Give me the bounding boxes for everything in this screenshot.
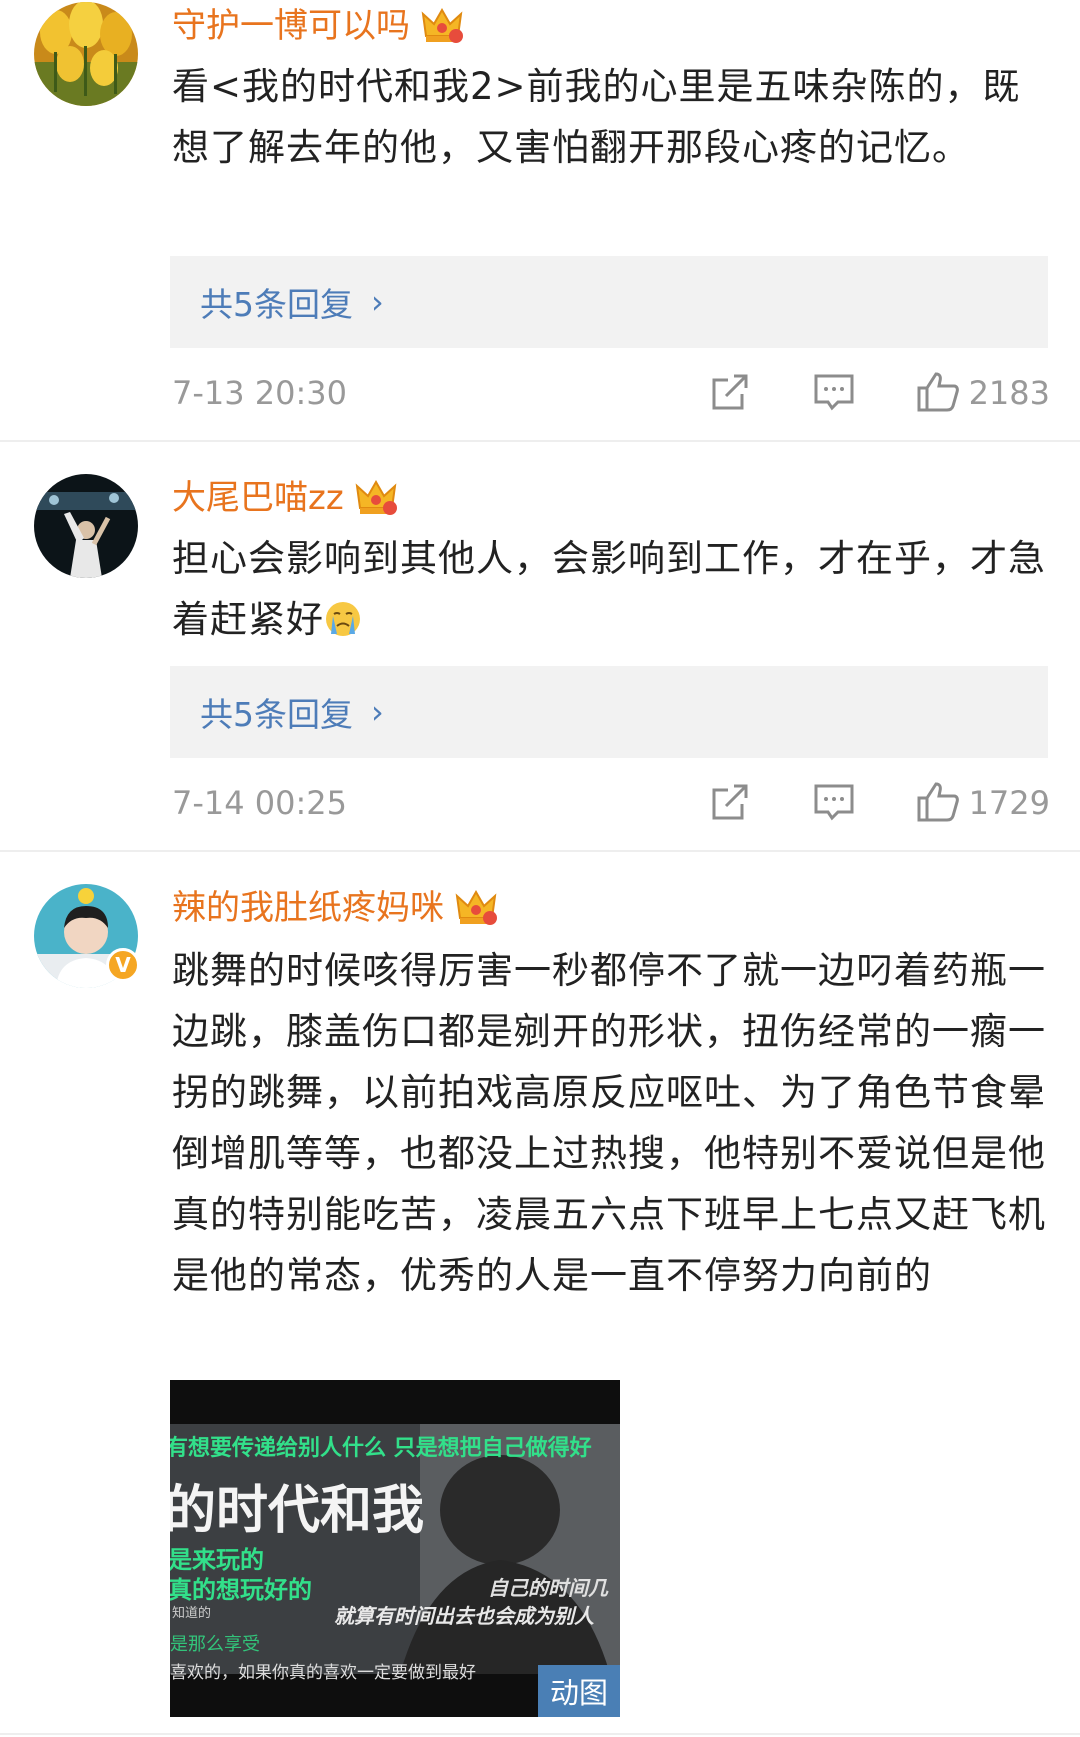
username[interactable]: 辣的我肚纸疼妈咪 (172, 888, 444, 928)
gif-caption-line: 是那么享受 (170, 1634, 260, 1655)
username[interactable]: 大尾巴喵zz (172, 478, 344, 518)
crying-emoji-icon (326, 602, 360, 636)
username[interactable]: 守护一博可以吗 (172, 6, 410, 46)
gif-caption-line: 真的想玩好的 (170, 1576, 312, 1604)
verified-v-icon: V (106, 948, 140, 982)
like-count: 1729 (968, 784, 1050, 822)
comment-text: 担心会影响到其他人，会影响到工作，才在乎，才急着赶紧好 (172, 528, 1052, 650)
avatar[interactable] (34, 2, 138, 106)
chevron-right-icon: › (371, 283, 384, 321)
tulip-avatar-image (34, 2, 138, 106)
chevron-right-icon: › (371, 693, 384, 731)
comment-icon[interactable] (810, 778, 858, 826)
gif-title: 的时代和我 (170, 1481, 425, 1541)
share-icon[interactable] (706, 368, 754, 416)
divider (0, 440, 1080, 442)
thumbs-up-icon[interactable] (914, 368, 962, 416)
crown-badge-icon (355, 479, 397, 515)
comment-text-content: 担心会影响到其他人，会影响到工作，才在乎，才急着赶紧好 (172, 537, 1046, 641)
gif-caption-line: 就算有时间出去也会成为别人 (334, 1604, 594, 1628)
view-replies-link[interactable]: 共5条回复 (200, 278, 353, 326)
crown-badge-icon (455, 889, 497, 925)
avatar[interactable] (34, 474, 138, 578)
gif-thumbnail[interactable]: 有想要传递给别人什么 只是想把自己做得好 的时代和我 是来玩的 真的想玩好的 自… (170, 1380, 620, 1717)
timestamp: 7-14 00:25 (172, 784, 348, 822)
concert-avatar-image (34, 474, 138, 578)
comment-icon[interactable] (810, 368, 858, 416)
thumbs-up-icon[interactable] (914, 778, 962, 826)
gif-caption-line: 自己的时间几 (488, 1576, 608, 1600)
gif-caption-line: 知道的 (172, 1606, 212, 1621)
gif-caption-line: 有想要传递给别人什么 只是想把自己做得好 (170, 1436, 592, 1461)
avatar[interactable]: V (34, 884, 140, 988)
view-replies-link[interactable]: 共5条回复 (200, 688, 353, 736)
gif-badge: 动图 (538, 1665, 620, 1717)
comment-text: 跳舞的时候咳得厉害一秒都停不了就一边叼着药瓶一边跳，膝盖伤口都是剜开的形状，扭伤… (172, 949, 1046, 1297)
divider (0, 1733, 1080, 1735)
comment-text: 看<我的时代和我2>前我的心里是五味杂陈的，既想了解去年的他，又害怕翻开那段心疼… (172, 65, 1021, 169)
share-icon[interactable] (706, 778, 754, 826)
timestamp: 7-13 20:30 (172, 374, 348, 412)
replies-panel[interactable]: 共5条回复 › (170, 666, 1048, 758)
replies-panel[interactable]: 共5条回复 › (170, 256, 1048, 348)
crown-badge-icon (421, 7, 463, 43)
divider (0, 850, 1080, 852)
gif-caption-line: 喜欢的，如果你真的喜欢一定要做到最好 (170, 1663, 476, 1683)
like-count: 2183 (968, 374, 1050, 412)
